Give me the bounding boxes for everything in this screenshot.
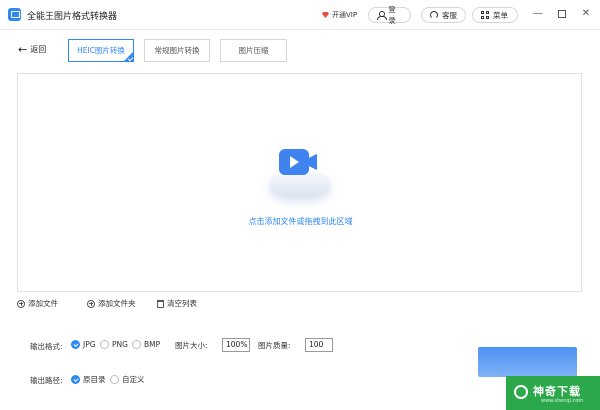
format-radio-jpg[interactable]: JPG: [71, 340, 96, 349]
back-label: 返回: [30, 45, 47, 54]
vip-button[interactable]: 开通VIP: [322, 10, 357, 20]
image-size-input[interactable]: 100%: [222, 338, 250, 352]
format-radio-bmp[interactable]: BMP: [132, 340, 160, 349]
service-label: 客服: [442, 10, 457, 20]
diamond-icon: [322, 12, 329, 18]
arrow-left-icon: ←: [18, 42, 28, 56]
radio-checked-icon: [71, 340, 80, 349]
path-radio-custom[interactable]: 自定义: [110, 374, 145, 385]
app-logo-icon: [8, 8, 21, 21]
menu-label: 菜单: [493, 10, 508, 20]
login-button[interactable]: 登录: [368, 5, 411, 25]
file-drop-zone[interactable]: 点击添加文件或拖拽到此区域: [17, 73, 582, 292]
path-label: 自定义: [122, 375, 145, 384]
grid-icon: [481, 11, 489, 19]
app-title: 全能王图片格式转换器: [27, 12, 118, 22]
maximize-button[interactable]: [555, 7, 569, 21]
format-label: BMP: [144, 340, 161, 349]
add-file-button[interactable]: 添加文件: [17, 298, 58, 309]
add-folder-label: 添加文件夹: [98, 299, 136, 308]
close-button[interactable]: ✕: [579, 7, 593, 21]
tab-heic-convert[interactable]: HEIC图片转换: [68, 39, 134, 62]
format-label: PNG: [112, 340, 128, 349]
watermark-logo-icon: [514, 385, 528, 399]
upload-illustration: [265, 143, 335, 203]
maximize-icon: [558, 10, 566, 18]
title-bar: 全能王图片格式转换器 开通VIP 登录 客服 菜单 — ✕: [0, 0, 600, 30]
path-label: 原目录: [83, 375, 106, 384]
output-format-label: 输出格式:: [30, 342, 63, 351]
minimize-button[interactable]: —: [531, 7, 545, 21]
radio-unchecked-icon: [132, 340, 141, 349]
watermark-text: 神奇下载: [533, 385, 581, 398]
plus-circle-icon: [17, 299, 25, 308]
image-size-label: 图片大小:: [175, 341, 208, 350]
tab-normal-convert[interactable]: 常规图片转换: [144, 39, 210, 62]
login-label: 登录: [388, 5, 396, 25]
headset-icon: [430, 11, 438, 19]
start-convert-button[interactable]: [478, 347, 577, 377]
site-watermark: 神奇下载 www.shenqi.com: [506, 376, 600, 410]
watermark-subtext: www.shenqi.com: [541, 398, 584, 404]
format-label: JPG: [83, 340, 96, 349]
path-radio-source[interactable]: 原目录: [71, 374, 106, 385]
vip-label: 开通VIP: [332, 11, 358, 19]
format-radio-png[interactable]: PNG: [100, 340, 128, 349]
add-folder-button[interactable]: 添加文件夹: [87, 298, 136, 309]
customer-service-button[interactable]: 客服: [421, 7, 466, 23]
radio-unchecked-icon: [100, 340, 109, 349]
clear-list-button[interactable]: 清空列表: [157, 298, 197, 309]
drop-hint[interactable]: 点击添加文件或拖拽到此区域: [18, 216, 583, 227]
plus-circle-icon: [87, 299, 95, 308]
clear-list-label: 清空列表: [167, 299, 197, 308]
add-file-label: 添加文件: [28, 299, 58, 308]
trash-icon: [157, 299, 164, 308]
radio-checked-icon: [71, 375, 80, 384]
image-quality-label: 图片质量:: [258, 341, 291, 350]
menu-button[interactable]: 菜单: [472, 7, 518, 23]
play-icon: [290, 156, 299, 168]
tab-label: 图片压缩: [238, 46, 269, 55]
output-path-label: 输出路径:: [30, 376, 63, 385]
tab-image-compress[interactable]: 图片压缩: [220, 39, 287, 62]
back-button[interactable]: ← 返回: [18, 44, 46, 55]
radio-unchecked-icon: [110, 375, 119, 384]
user-icon: [377, 11, 388, 20]
tab-label: HEIC图片转换: [77, 46, 125, 55]
tab-label: 常规图片转换: [154, 46, 200, 55]
image-quality-input[interactable]: 100: [305, 338, 333, 352]
